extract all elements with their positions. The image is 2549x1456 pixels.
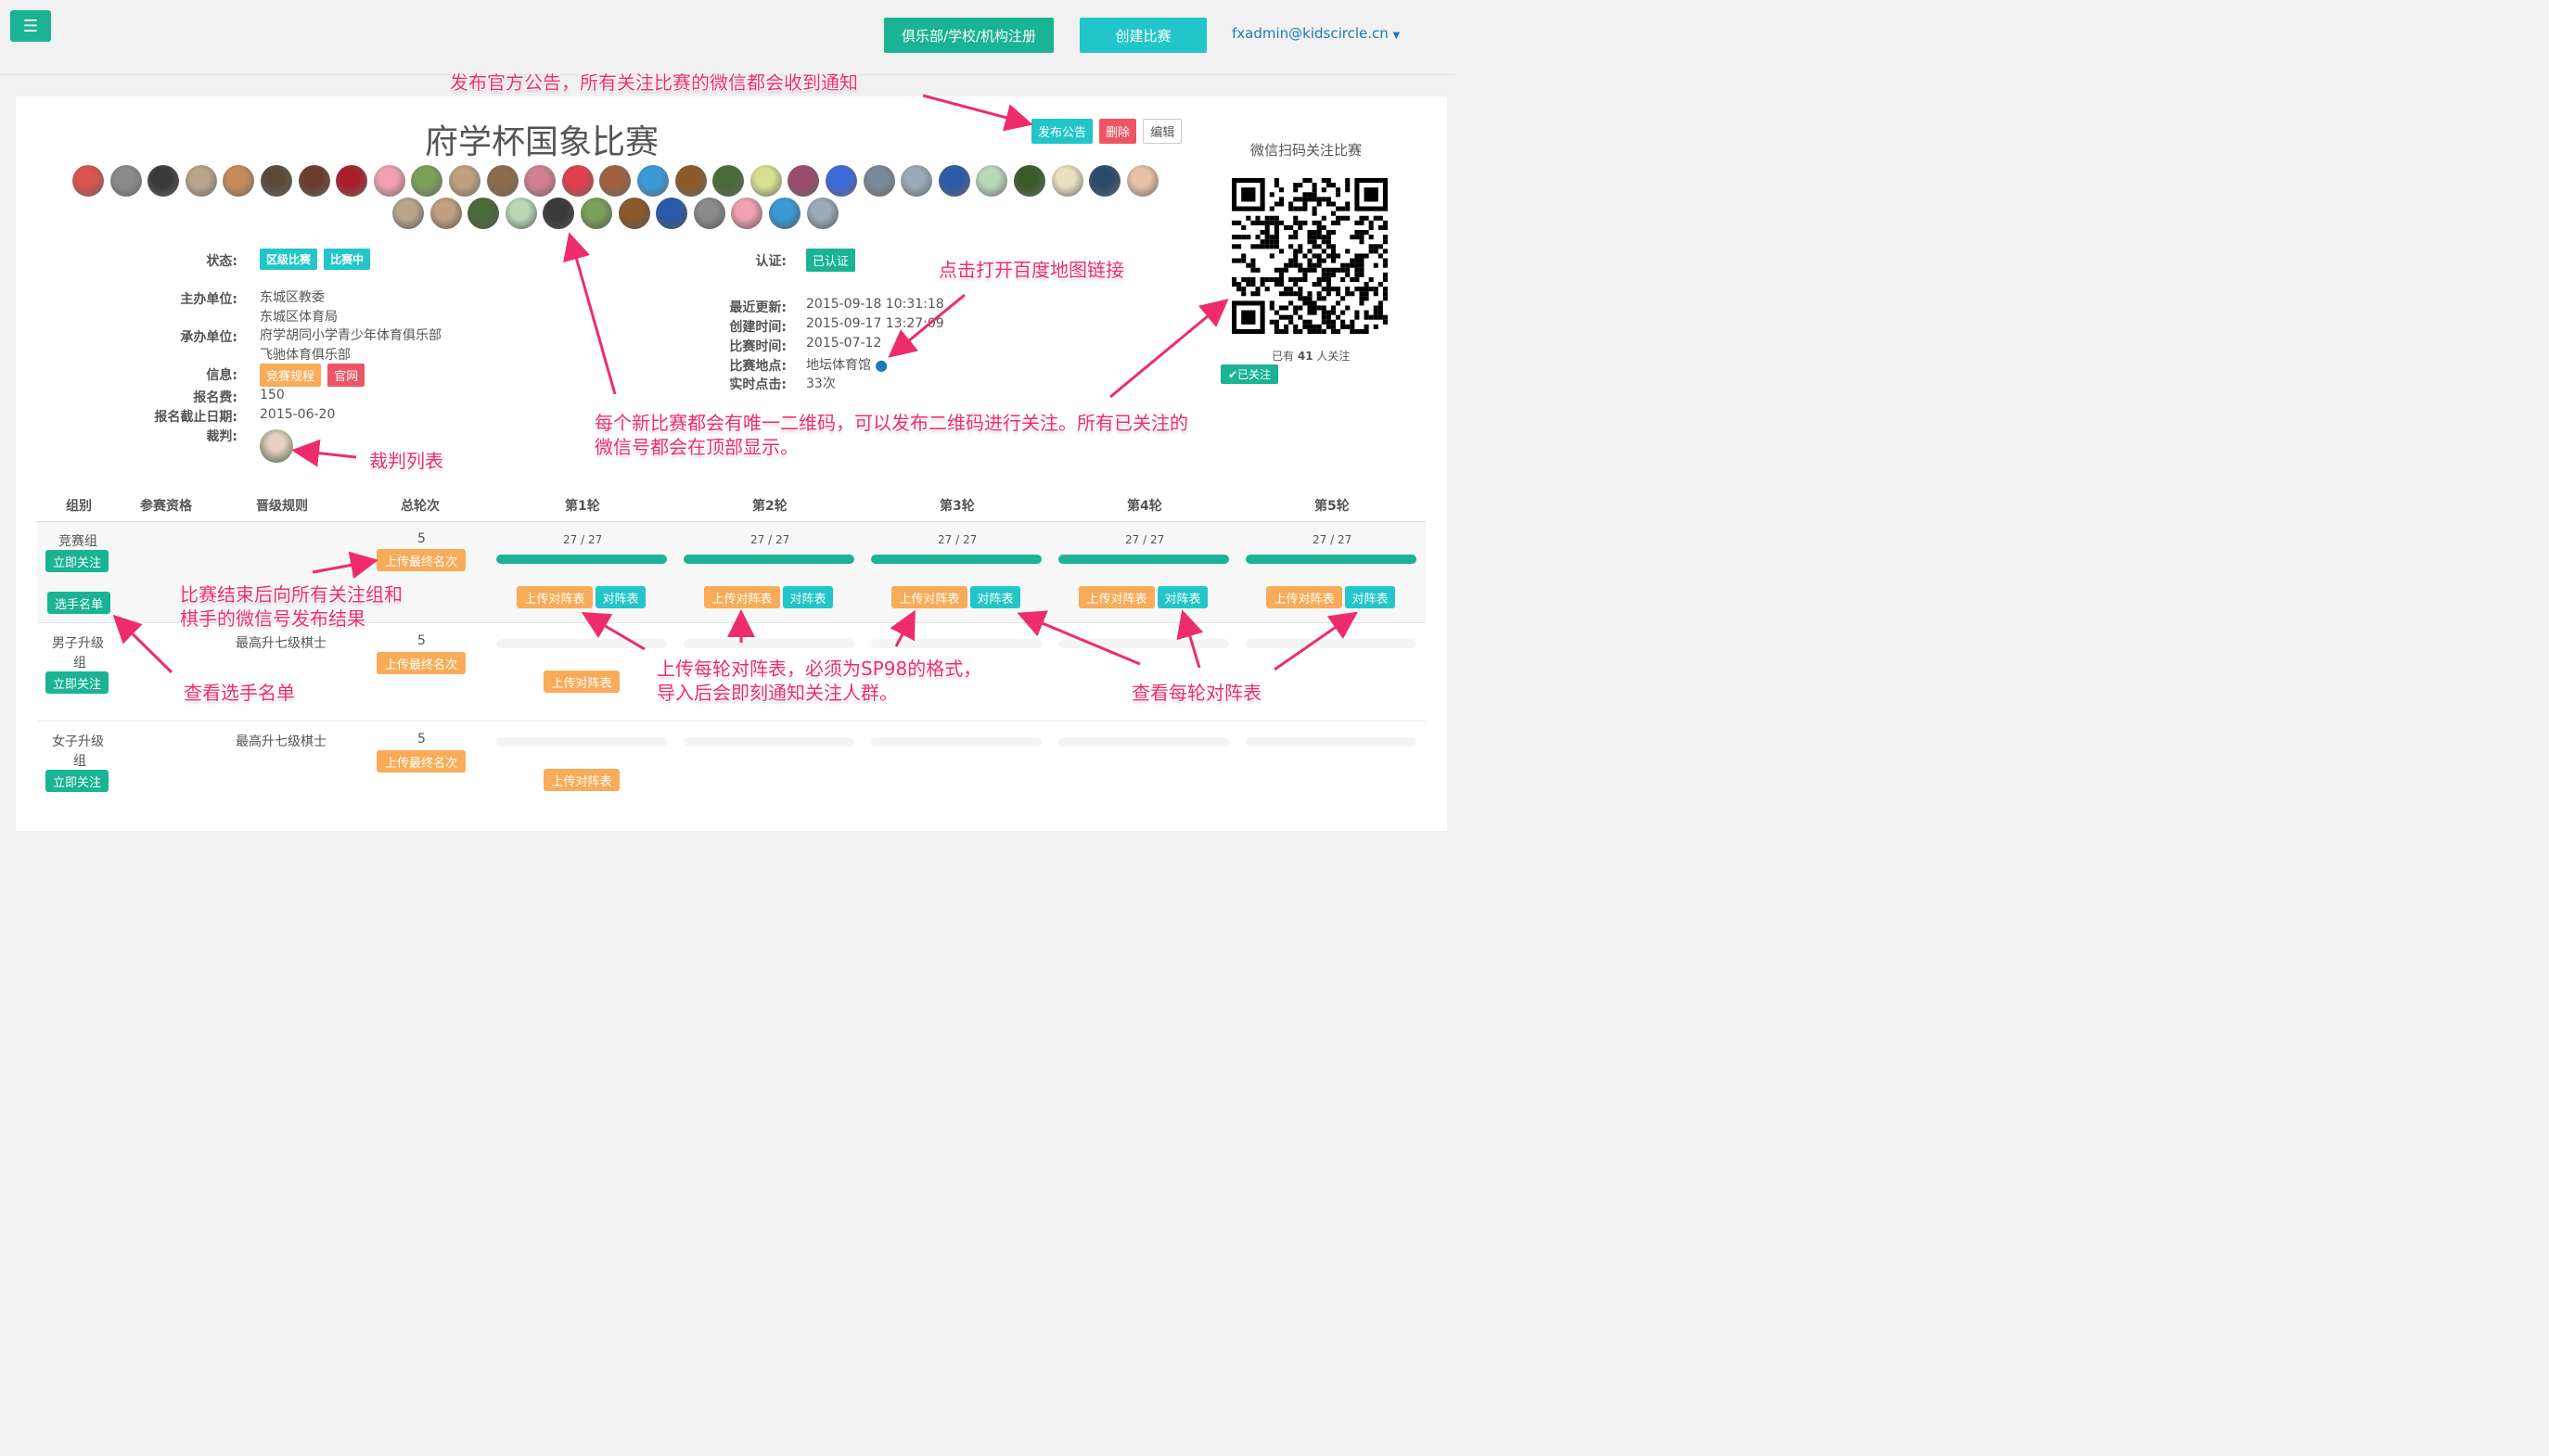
annotation-qr: 每个新比赛都会有唯一二维码，可以发布二维码进行关注。所有已关注的 xyxy=(595,412,1188,434)
annotation-referee: 裁判列表 xyxy=(369,450,443,472)
annotation-view: 查看每轮对阵表 xyxy=(1132,682,1262,704)
arrow-view-2 xyxy=(1176,609,1204,669)
arrow-view-3 xyxy=(1274,611,1358,671)
arrow-referee xyxy=(291,439,357,467)
annotation-upload: 上传每轮对阵表，必须为SP98的格式， xyxy=(657,658,982,680)
arrow-upload-3 xyxy=(890,609,916,647)
annotation-qr-line2: 微信号都会在顶部显示。 xyxy=(595,436,799,458)
arrow-view-1 xyxy=(1017,610,1141,666)
annotation-result-line2: 棋手的微信号发布结果 xyxy=(180,607,365,630)
annotation-upload-line2: 导入后会即刻通知关注人群。 xyxy=(657,682,898,704)
annotation-players: 查看选手名单 xyxy=(184,682,295,704)
annotation-publish: 发布官方公告，所有关注比赛的微信都会收到通知 xyxy=(450,71,858,94)
arrow-final xyxy=(312,551,378,580)
arrow-avatars xyxy=(563,232,617,395)
annotation-result: 比赛结束后向所有关注组和 xyxy=(180,583,403,606)
arrow-qr xyxy=(1109,299,1229,399)
arrow-map xyxy=(888,293,966,358)
arrow-players xyxy=(112,614,173,674)
annotation-map: 点击打开百度地图链接 xyxy=(939,259,1124,281)
arrow-upload-1 xyxy=(581,611,646,651)
arrow-publish xyxy=(922,94,1033,132)
